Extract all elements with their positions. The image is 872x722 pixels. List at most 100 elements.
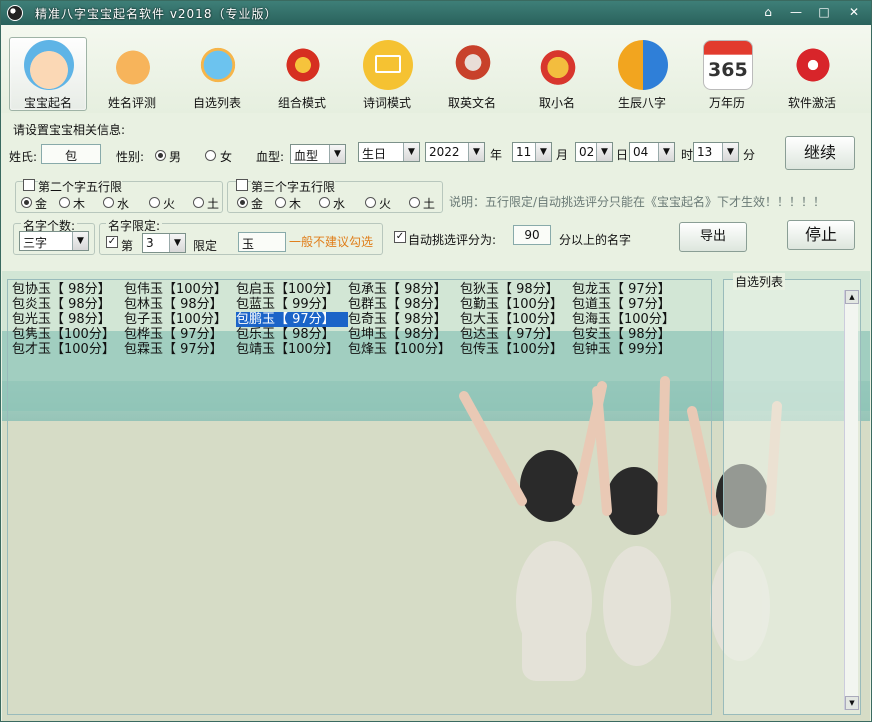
app-window: 精准八字宝宝起名软件 v2018（专业版） ⌂ — □ ✕ 宝宝起名 姓名评测 … [0,0,872,722]
surname-field[interactable]: 包 [41,144,101,164]
scroll-up-icon[interactable]: ▲ [845,290,859,304]
chevron-down-icon: ▼ [403,143,419,161]
limit-label: 限定 [193,239,218,253]
name-result-item[interactable]: 包林玉【 98分】 [124,297,236,312]
export-button[interactable]: 导出 [679,222,747,252]
tool-baby-naming[interactable]: 宝宝起名 [9,37,87,111]
name-result-item[interactable]: 包靖玉【100分】 [236,342,348,357]
favorites-panel[interactable]: ▲ ▼ [723,279,861,715]
tool-nickname[interactable]: 取小名 [518,37,596,111]
tool-name-test[interactable]: 姓名评测 [93,37,171,111]
name-result-item[interactable]: 包奇玉【 98分】 [348,312,460,327]
tool-label: 取小名 [538,96,575,110]
yin-yang-icon [7,5,23,21]
tool-favorites-list[interactable]: 自选列表 [178,37,256,111]
name-result-item[interactable]: 包才玉【100分】 [12,342,124,357]
tool-activate[interactable]: 软件激活 [773,37,851,111]
month-value: 11 [516,145,532,159]
results-panel[interactable]: 包协玉【 98分】 包伟玉【100分】 包启玉【100分】 包承玉【 98分】 包狄玉【… [7,279,712,715]
name-result-item[interactable]: 包龙玉【 97分】 [572,282,684,297]
name-result-item[interactable]: 包传玉【100分】 [460,342,572,357]
name-result-item[interactable]: 包子玉【100分】 [124,312,236,327]
element-radio[interactable] [409,197,420,208]
limit-position-select[interactable]: 3 ▼ [142,233,186,253]
tool-combine-mode[interactable]: 组合模式 [263,37,341,111]
close-button[interactable]: ✕ [843,3,865,21]
name-result-item[interactable]: 包伟玉【100分】 [124,282,236,297]
stop-button[interactable]: 停止 [787,220,855,250]
name-result-item[interactable]: 包大玉【100分】 [460,312,572,327]
name-result-item[interactable]: 包安玉【 98分】 [572,327,684,342]
limit-checkbox[interactable]: ✓ [106,236,118,248]
element-radio[interactable] [237,197,248,208]
name-result-item[interactable]: 包乐玉【 98分】 [236,327,348,342]
name-count-select[interactable]: 三字 ▼ [19,231,89,251]
month-select[interactable]: 11 ▼ [512,142,552,162]
maximize-button[interactable]: □ [813,3,835,21]
name-result-item[interactable]: 包蓝玉【 99分】 [236,297,348,312]
name-result-item[interactable]: 包炎玉【 98分】 [12,297,124,312]
name-result-item[interactable]: 包勤玉【100分】 [460,297,572,312]
name-result-item[interactable]: 包协玉【 98分】 [12,282,124,297]
element-radio[interactable] [149,197,160,208]
tool-bazi[interactable]: 生辰八字 [603,37,681,111]
tool-english-name[interactable]: 取英文名 [433,37,511,111]
name-result-item[interactable]: 包隽玉【100分】 [12,327,124,342]
second-char-element-checkbox[interactable] [23,179,35,191]
minimize-button[interactable]: — [785,3,807,21]
name-result-item[interactable]: 包鹏玉【 97分】 [236,312,348,327]
name-result-item[interactable]: 包烽玉【100分】 [348,342,460,357]
name-result-item[interactable]: 包道玉【 97分】 [572,297,684,312]
auto-score-label: 自动挑选评分为: [408,233,497,247]
name-result-item[interactable]: 包海玉【100分】 [572,312,684,327]
auto-score-field[interactable]: 90 [513,225,551,245]
hour-unit: 时 [681,148,694,162]
day-unit: 日 [616,148,629,162]
tool-label: 自选列表 [192,96,241,110]
continue-button[interactable]: 继续 [785,136,855,170]
third-char-element-checkbox[interactable] [236,179,248,191]
title-bar: 精准八字宝宝起名软件 v2018（专业版） ⌂ — □ ✕ [1,1,871,25]
limit-char-field[interactable]: 玉 [238,232,286,252]
scroll-down-icon[interactable]: ▼ [845,696,859,710]
toolbar: 宝宝起名 姓名评测 自选列表 组合模式 诗词模式 取英文名 取小名 生辰八字 3… [1,25,871,113]
name-result-item[interactable]: 包桦玉【 97分】 [124,327,236,342]
hour-value: 04 [633,145,649,159]
skin-button[interactable]: ⌂ [757,3,779,21]
day-select[interactable]: 02 ▼ [575,142,613,162]
gender-female-radio[interactable] [205,150,216,161]
year-select[interactable]: 2022 ▼ [425,142,485,162]
chevron-down-icon: ▼ [722,143,738,161]
favorites-scrollbar[interactable]: ▲ ▼ [844,290,859,710]
element-radio[interactable] [21,197,32,208]
chevron-down-icon: ▼ [468,143,484,161]
gender-male-radio[interactable] [155,150,166,161]
auto-score-checkbox[interactable]: ✓ [394,231,406,243]
tool-calendar[interactable]: 365 万年历 [688,37,766,111]
name-result-item[interactable]: 包承玉【 98分】 [348,282,460,297]
chevron-down-icon: ▼ [535,143,551,161]
element-radio[interactable] [103,197,114,208]
date-type-select[interactable]: 生日 ▼ [358,142,420,162]
name-result-item[interactable]: 包钟玉【 99分】 [572,342,684,357]
element-radio[interactable] [275,197,286,208]
blood-type-select[interactable]: 血型 ▼ [290,144,346,164]
name-result-item[interactable]: 包启玉【100分】 [236,282,348,297]
element-radio[interactable] [319,197,330,208]
element-label: 金 [251,197,264,211]
name-result-item[interactable]: 包群玉【 98分】 [348,297,460,312]
element-label: 水 [333,197,346,211]
tool-poem-mode[interactable]: 诗词模式 [348,37,426,111]
element-radio[interactable] [193,197,204,208]
lock-icon [788,40,838,90]
name-result-item[interactable]: 包达玉【 97分】 [460,327,572,342]
minute-select[interactable]: 13 ▼ [693,142,739,162]
element-radio[interactable] [365,197,376,208]
name-result-item[interactable]: 包霖玉【 97分】 [124,342,236,357]
element-radio[interactable] [59,197,70,208]
name-result-item[interactable]: 包光玉【 98分】 [12,312,124,327]
hour-select[interactable]: 04 ▼ [629,142,675,162]
chevron-down-icon: ▼ [169,234,185,252]
name-result-item[interactable]: 包狄玉【 98分】 [460,282,572,297]
name-result-item[interactable]: 包坤玉【 98分】 [348,327,460,342]
